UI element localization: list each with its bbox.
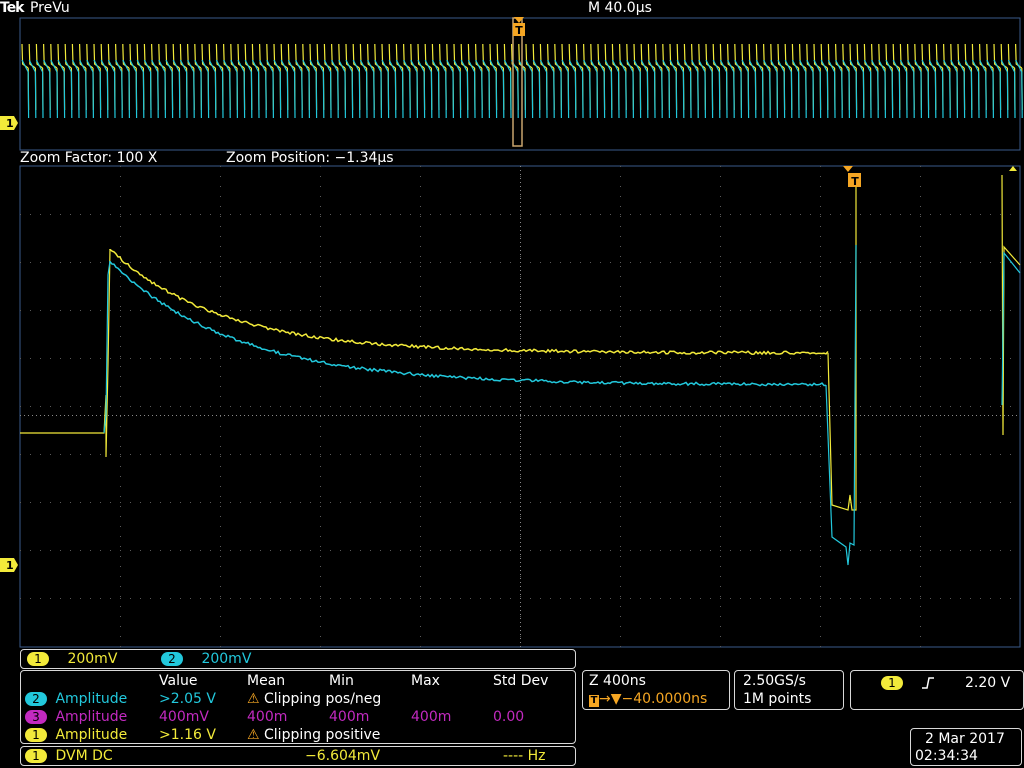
main-ch1-marker: 1 xyxy=(0,558,18,572)
meas-ch2-label: Amplitude xyxy=(55,691,127,707)
col-header-min: Min xyxy=(329,673,354,689)
trigger-source: 1 xyxy=(881,675,907,691)
trigger-t-icon: T xyxy=(589,695,599,707)
trigger-level: 2.20 V xyxy=(965,675,1010,691)
meas-ch1-badge: 1 xyxy=(25,728,47,742)
dvm-ch1-badge: 1 xyxy=(25,749,47,763)
meas-row-ch2[interactable]: 2 Amplitude xyxy=(25,691,127,707)
meas-ch3-max: 400m xyxy=(411,709,451,725)
record-length: 1M points xyxy=(743,691,811,707)
meas-ch3-mean: 400m xyxy=(247,709,287,725)
meas-row-ch3[interactable]: 3 Amplitude xyxy=(25,709,127,725)
meas-ch1-value: >1.16 V xyxy=(159,727,216,743)
meas-ch3-value: 400mV xyxy=(159,709,209,725)
meas-ch2-badge: 2 xyxy=(25,692,47,706)
meas-ch3-min: 400m xyxy=(329,709,369,725)
zoom-position-label: Zoom Position: −1.34µs xyxy=(226,150,394,166)
main-graticule[interactable]: T 1 xyxy=(0,165,1024,650)
meas-ch3-label: Amplitude xyxy=(55,709,127,725)
rising-edge-icon xyxy=(921,676,935,690)
datetime-readout: 2 Mar 2017 02:34:34 xyxy=(910,728,1022,766)
acquisition-readout[interactable]: 2.50GS/s 1M points xyxy=(734,670,844,710)
meas-row-ch1[interactable]: 1 Amplitude xyxy=(25,727,127,743)
svg-text:1: 1 xyxy=(6,117,14,130)
meas-ch1-warning: ⚠ Clipping positive xyxy=(247,727,380,743)
meas-ch2-warning: ⚠ Clipping pos/neg xyxy=(247,691,381,707)
meas-ch3-badge: 3 xyxy=(25,710,47,724)
col-header-max: Max xyxy=(411,673,440,689)
svg-text:T: T xyxy=(515,24,523,37)
trigger-ch-badge: 1 xyxy=(881,676,903,690)
warning-icon: ⚠ xyxy=(247,691,260,707)
col-header-mean: Mean xyxy=(247,673,285,689)
meas-ch3-stddev: 0.00 xyxy=(493,709,524,725)
warning-icon: ⚠ xyxy=(247,727,260,743)
zoom-scale: Z 400ns xyxy=(589,673,646,689)
sample-rate: 2.50GS/s xyxy=(743,673,806,689)
meas-ch2-value: >2.05 V xyxy=(159,691,216,707)
time: 02:34:34 xyxy=(915,748,978,764)
horizontal-readout[interactable]: Z 400ns T →▼−40.0000ns xyxy=(582,670,730,710)
dvm-label: DVM DC xyxy=(55,748,112,764)
ch1-scale[interactable]: 1 200mV xyxy=(27,651,117,667)
dvm-label-group: 1 DVM DC xyxy=(25,748,113,764)
measurement-panel[interactable]: Value Mean Min Max Std Dev 2 Amplitude >… xyxy=(20,670,576,744)
trigger-readout[interactable]: 1 2.20 V xyxy=(850,670,1024,710)
channel-scale-bar: 1 200mV 2 200mV xyxy=(20,649,576,669)
meas-ch1-label: Amplitude xyxy=(55,727,127,743)
svg-text:T: T xyxy=(851,175,859,188)
ch2-scale[interactable]: 2 200mV xyxy=(161,651,251,667)
dvm-value: −6.604mV xyxy=(305,748,380,764)
overview-waveform[interactable]: T 1 xyxy=(0,14,1024,152)
zoom-factor-label: Zoom Factor: 100 X xyxy=(20,150,157,166)
ch1-badge: 1 xyxy=(27,652,49,666)
dvm-frequency: ---- Hz xyxy=(503,748,546,764)
col-header-value: Value xyxy=(159,673,197,689)
trigger-delay: T →▼−40.0000ns xyxy=(589,691,707,707)
col-header-stddev: Std Dev xyxy=(493,673,548,689)
dvm-bar[interactable]: 1 DVM DC −6.604mV ---- Hz xyxy=(20,746,576,766)
ch1-scale-value: 200mV xyxy=(67,651,117,667)
svg-text:1: 1 xyxy=(6,559,14,572)
overview-ch1-marker: 1 xyxy=(0,116,18,130)
date: 2 Mar 2017 xyxy=(925,731,1005,747)
ch2-scale-value: 200mV xyxy=(201,651,251,667)
ch2-badge: 2 xyxy=(161,652,183,666)
